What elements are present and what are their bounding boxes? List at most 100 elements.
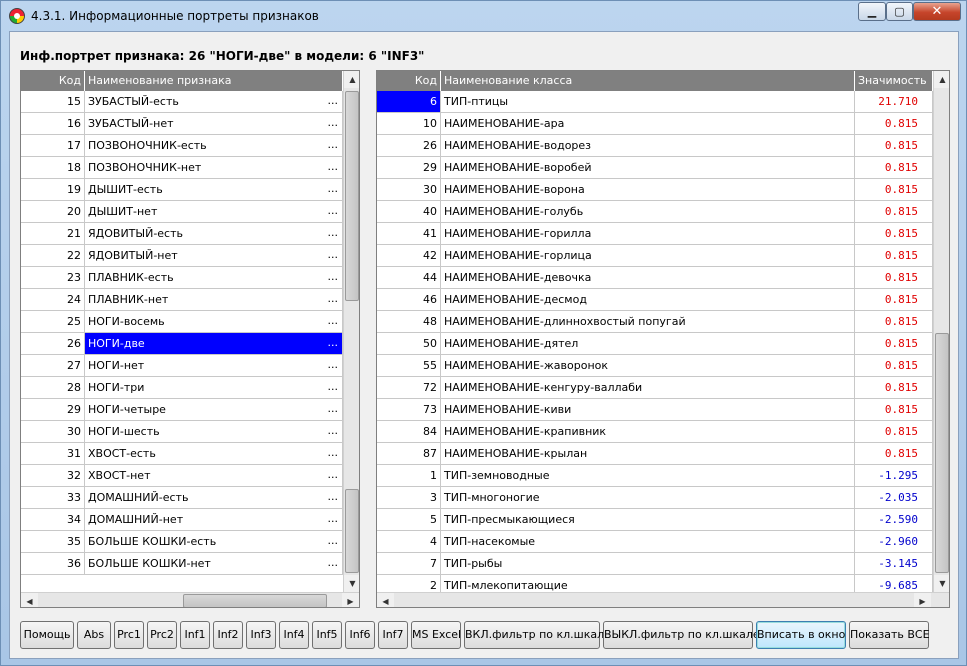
ellipsis-button[interactable]: ...	[328, 468, 339, 481]
table-row[interactable]: 33 ДОМАШНИЙ-есть...	[21, 487, 343, 509]
scroll-up-icon[interactable]: ▲	[934, 71, 949, 88]
class-name-cell[interactable]: ТИП-земноводные	[441, 465, 855, 487]
feature-name-cell[interactable]: ПОЗВОНОЧНИК-есть...	[85, 135, 343, 157]
class-code-cell[interactable]: 5	[377, 509, 441, 531]
table-row[interactable]: 26 НАИМЕНОВАНИЕ-водорез 0.815	[377, 135, 933, 157]
feature-name-cell[interactable]: ПЛАВНИК-есть...	[85, 267, 343, 289]
table-row[interactable]: 27 НОГИ-нет...	[21, 355, 343, 377]
significance-cell[interactable]: 0.815	[855, 443, 933, 465]
significance-cell[interactable]: 0.815	[855, 113, 933, 135]
class-code-cell[interactable]: 3	[377, 487, 441, 509]
class-code-cell[interactable]: 55	[377, 355, 441, 377]
table-row[interactable]: 48 НАИМЕНОВАНИЕ-длиннохвостый попугай 0.81…	[377, 311, 933, 333]
table-row[interactable]: 4 ТИП-насекомые -2.960	[377, 531, 933, 553]
table-row[interactable]: 30 НОГИ-шесть...	[21, 421, 343, 443]
maximize-button[interactable]: ▢	[886, 2, 913, 21]
significance-cell[interactable]: 0.815	[855, 245, 933, 267]
class-name-cell[interactable]: НАИМЕНОВАНИЕ-дятел	[441, 333, 855, 355]
column-header-feature-name[interactable]: Наименование признака	[85, 71, 343, 91]
class-name-cell[interactable]: НАИМЕНОВАНИЕ-ворона	[441, 179, 855, 201]
feature-name-cell[interactable]: БОЛЬШЕ КОШКИ-есть...	[85, 531, 343, 553]
significance-cell[interactable]: 0.815	[855, 179, 933, 201]
class-name-cell[interactable]: НАИМЕНОВАНИЕ-киви	[441, 399, 855, 421]
significance-cell[interactable]: 0.815	[855, 333, 933, 355]
significance-cell[interactable]: 0.815	[855, 311, 933, 333]
minimize-button[interactable]: ▁	[858, 2, 886, 21]
table-row[interactable]: 29 НОГИ-четыре...	[21, 399, 343, 421]
table-row[interactable]: 25 НОГИ-восемь...	[21, 311, 343, 333]
table-row[interactable]: 26 НОГИ-две...	[21, 333, 343, 355]
feature-name-cell[interactable]: НОГИ-нет...	[85, 355, 343, 377]
ellipsis-button[interactable]: ...	[328, 358, 339, 371]
scroll-thumb[interactable]	[935, 333, 949, 573]
class-code-cell[interactable]: 87	[377, 443, 441, 465]
feature-code-cell[interactable]: 36	[21, 553, 85, 575]
class-name-cell[interactable]: ТИП-пресмыкающиеся	[441, 509, 855, 531]
table-row[interactable]: 46 НАИМЕНОВАНИЕ-десмод 0.815	[377, 289, 933, 311]
significance-cell[interactable]: 0.815	[855, 267, 933, 289]
class-name-cell[interactable]: НАИМЕНОВАНИЕ-голубь	[441, 201, 855, 223]
table-row[interactable]: 28 НОГИ-три...	[21, 377, 343, 399]
class-name-cell[interactable]: НАИМЕНОВАНИЕ-кенгуру-валлаби	[441, 377, 855, 399]
feature-code-cell[interactable]: 32	[21, 465, 85, 487]
class-code-cell[interactable]: 46	[377, 289, 441, 311]
table-row[interactable]: 19 ДЫШИТ-есть...	[21, 179, 343, 201]
class-name-cell[interactable]: НАИМЕНОВАНИЕ-воробей	[441, 157, 855, 179]
feature-name-cell[interactable]: ЯДОВИТЫЙ-есть...	[85, 223, 343, 245]
class-name-cell[interactable]: НАИМЕНОВАНИЕ-ара	[441, 113, 855, 135]
class-name-cell[interactable]: НАИМЕНОВАНИЕ-крылан	[441, 443, 855, 465]
table-row[interactable]: 7 ТИП-рыбы -3.145	[377, 553, 933, 575]
significance-cell[interactable]: 0.815	[855, 157, 933, 179]
button-выкл-фильтр-по-кл-шкале[interactable]: ВЫКЛ.фильтр по кл.шкале	[603, 621, 760, 649]
table-row[interactable]: 84 НАИМЕНОВАНИЕ-крапивник 0.815	[377, 421, 933, 443]
ellipsis-button[interactable]: ...	[328, 402, 339, 415]
button-вписать-в-окно[interactable]: Вписать в окно	[756, 621, 846, 649]
feature-code-cell[interactable]: 30	[21, 421, 85, 443]
table-row[interactable]: 42 НАИМЕНОВАНИЕ-горлица 0.815	[377, 245, 933, 267]
feature-name-cell[interactable]: НОГИ-четыре...	[85, 399, 343, 421]
class-code-cell[interactable]: 84	[377, 421, 441, 443]
feature-code-cell[interactable]: 21	[21, 223, 85, 245]
ellipsis-button[interactable]: ...	[328, 182, 339, 195]
table-row[interactable]: 34 ДОМАШНИЙ-нет...	[21, 509, 343, 531]
column-header-class-name[interactable]: Наименование класса	[441, 71, 855, 91]
scroll-right-icon[interactable]: ▶	[914, 593, 931, 607]
ellipsis-button[interactable]: ...	[328, 380, 339, 393]
table-row[interactable]: 72 НАИМЕНОВАНИЕ-кенгуру-валлаби 0.815	[377, 377, 933, 399]
feature-name-cell[interactable]: НОГИ-шесть...	[85, 421, 343, 443]
features-horizontal-scrollbar[interactable]: ◀ ▶	[21, 592, 359, 607]
class-code-cell[interactable]: 30	[377, 179, 441, 201]
feature-name-cell[interactable]: ЯДОВИТЫЙ-нет...	[85, 245, 343, 267]
feature-name-cell[interactable]: НОГИ-две...	[85, 333, 343, 355]
table-row[interactable]: 22 ЯДОВИТЫЙ-нет...	[21, 245, 343, 267]
significance-cell[interactable]: 0.815	[855, 135, 933, 157]
class-code-cell[interactable]: 73	[377, 399, 441, 421]
ellipsis-button[interactable]: ...	[328, 226, 339, 239]
feature-name-cell[interactable]: ХВОСТ-нет...	[85, 465, 343, 487]
table-row[interactable]: 40 НАИМЕНОВАНИЕ-голубь 0.815	[377, 201, 933, 223]
table-row[interactable]: 10 НАИМЕНОВАНИЕ-ара 0.815	[377, 113, 933, 135]
feature-name-cell[interactable]: ПЛАВНИК-нет...	[85, 289, 343, 311]
feature-name-cell[interactable]: ПОЗВОНОЧНИК-нет...	[85, 157, 343, 179]
button-inf6[interactable]: Inf6	[345, 621, 375, 649]
table-row[interactable]: 24 ПЛАВНИК-нет...	[21, 289, 343, 311]
feature-name-cell[interactable]: ЗУБАСТЫЙ-есть...	[85, 91, 343, 113]
significance-cell[interactable]: 0.815	[855, 421, 933, 443]
table-row[interactable]: 29 НАИМЕНОВАНИЕ-воробей 0.815	[377, 157, 933, 179]
table-row[interactable]: 41 НАИМЕНОВАНИЕ-горилла 0.815	[377, 223, 933, 245]
column-header-class-code[interactable]: Код	[377, 71, 441, 91]
class-name-cell[interactable]: НАИМЕНОВАНИЕ-десмод	[441, 289, 855, 311]
ellipsis-button[interactable]: ...	[328, 556, 339, 569]
feature-code-cell[interactable]: 18	[21, 157, 85, 179]
feature-code-cell[interactable]: 26	[21, 333, 85, 355]
table-row[interactable]: 3 ТИП-многоногие -2.035	[377, 487, 933, 509]
ellipsis-button[interactable]: ...	[328, 160, 339, 173]
ellipsis-button[interactable]: ...	[328, 490, 339, 503]
class-code-cell[interactable]: 41	[377, 223, 441, 245]
significance-cell[interactable]: -2.960	[855, 531, 933, 553]
feature-name-cell[interactable]: ХВОСТ-есть...	[85, 443, 343, 465]
significance-cell[interactable]: 0.815	[855, 201, 933, 223]
table-row[interactable]: 5 ТИП-пресмыкающиеся -2.590	[377, 509, 933, 531]
column-header-significance[interactable]: Значимость	[855, 71, 933, 91]
significance-cell[interactable]: 21.710	[855, 91, 933, 113]
